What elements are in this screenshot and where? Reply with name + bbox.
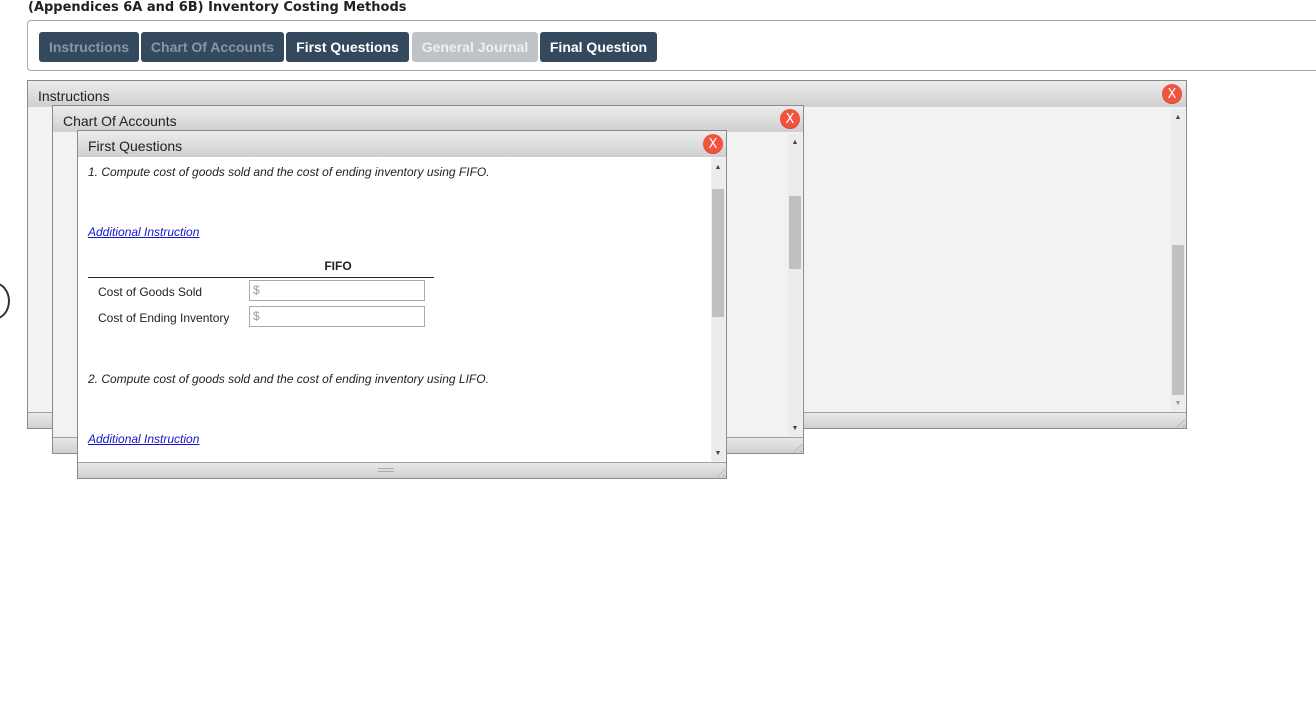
cogs-input[interactable]: $ bbox=[249, 280, 425, 301]
ending-inventory-input-field[interactable] bbox=[259, 307, 410, 325]
cogs-label: Cost of Goods Sold bbox=[98, 285, 203, 299]
first-questions-scroll-thumb[interactable] bbox=[712, 189, 724, 317]
scroll-up-icon[interactable]: ▲ bbox=[1171, 111, 1185, 123]
first-questions-title: First Questions bbox=[88, 138, 183, 154]
fifo-header: FIFO bbox=[88, 259, 434, 278]
question-2-text: 2. Compute cost of goods sold and the co… bbox=[88, 372, 489, 386]
question-1-text: 1. Compute cost of goods sold and the co… bbox=[88, 165, 490, 179]
chart-of-accounts-scroll-thumb[interactable] bbox=[789, 196, 801, 269]
tab-bar: Instructions Chart Of Accounts First Que… bbox=[27, 20, 1316, 71]
cogs-input-field[interactable] bbox=[259, 281, 410, 299]
tab-general-journal: General Journal bbox=[412, 32, 538, 62]
scroll-down-icon[interactable]: ▼ bbox=[1171, 397, 1185, 409]
chart-of-accounts-close-icon[interactable]: X bbox=[780, 109, 800, 129]
chart-of-accounts-scrollbar[interactable]: ▲ ▼ bbox=[788, 134, 802, 436]
ending-inventory-input[interactable]: $ bbox=[249, 306, 425, 327]
instructions-scrollbar[interactable]: ▲ ▼ bbox=[1171, 109, 1185, 411]
tab-chart-of-accounts[interactable]: Chart Of Accounts bbox=[141, 32, 284, 62]
scroll-up-icon[interactable]: ▲ bbox=[788, 136, 802, 148]
scroll-down-icon[interactable]: ▼ bbox=[788, 422, 802, 434]
partial-circle-icon bbox=[0, 282, 10, 320]
instructions-scroll-thumb[interactable] bbox=[1172, 245, 1184, 395]
scroll-up-icon[interactable]: ▲ bbox=[711, 161, 725, 173]
scroll-down-icon[interactable]: ▼ bbox=[711, 447, 725, 459]
first-questions-content: 1. Compute cost of goods sold and the co… bbox=[78, 157, 712, 463]
instructions-close-icon[interactable]: X bbox=[1162, 84, 1182, 104]
page-title: (Appendices 6A and 6B) Inventory Costing… bbox=[28, 0, 407, 15]
fifo-header-label: FIFO bbox=[324, 259, 352, 273]
first-questions-dialog: First Questions X 1. Compute cost of goo… bbox=[77, 130, 727, 479]
additional-instruction-link-2[interactable]: Additional Instruction bbox=[88, 432, 199, 446]
tab-first-questions[interactable]: First Questions bbox=[286, 32, 409, 62]
dollar-prefix: $ bbox=[253, 309, 260, 323]
chart-of-accounts-titlebar[interactable]: Chart Of Accounts bbox=[53, 106, 803, 132]
first-questions-scrollbar[interactable]: ▲ ▼ bbox=[711, 159, 725, 461]
instructions-title: Instructions bbox=[38, 88, 110, 104]
first-questions-titlebar[interactable]: First Questions bbox=[78, 131, 726, 157]
ending-inventory-label: Cost of Ending Inventory bbox=[98, 311, 230, 325]
first-questions-close-icon[interactable]: X bbox=[703, 134, 723, 154]
drag-handle-icon[interactable] bbox=[378, 468, 394, 472]
additional-instruction-link-1[interactable]: Additional Instruction bbox=[88, 225, 199, 239]
tab-final-question[interactable]: Final Question bbox=[540, 32, 657, 62]
tab-instructions[interactable]: Instructions bbox=[39, 32, 139, 62]
first-questions-footer bbox=[78, 462, 726, 478]
chart-of-accounts-title: Chart Of Accounts bbox=[63, 113, 177, 129]
dollar-prefix: $ bbox=[253, 283, 260, 297]
instructions-titlebar[interactable]: Instructions bbox=[28, 81, 1186, 107]
